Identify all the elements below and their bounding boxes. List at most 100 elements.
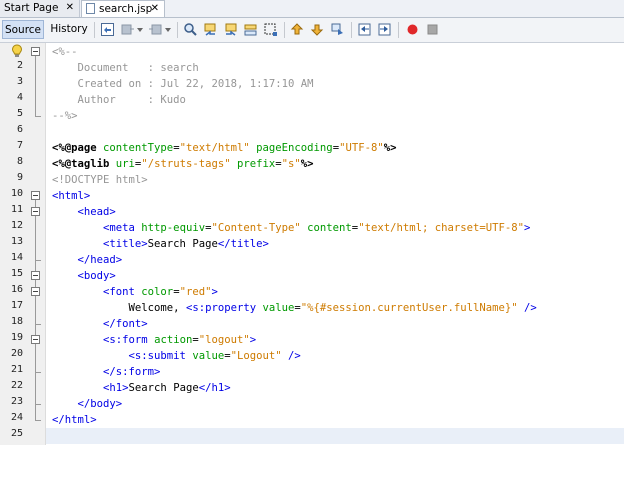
line-number: 21 [10,364,23,375]
code-line: <font color="red"> [52,284,218,300]
line-number: 25 [10,428,23,439]
comment-text: <%-- [52,46,78,58]
line-number: 4 [16,92,23,103]
lightbulb-hint-icon[interactable] [11,44,23,58]
attr-token: color [141,286,174,298]
code-line: </html> [52,412,97,428]
shift-right-icon[interactable] [377,22,392,37]
tag-token: <s:submit [52,350,193,362]
code-line: <s:form action="logout"> [52,332,256,348]
line-number: 16 [10,284,23,295]
line-number: 9 [16,172,23,183]
value-token: "/struts-tags" [141,158,231,170]
tag-token: <s:form [52,334,155,346]
tag-token: /> [281,350,301,362]
toolbar-separator [177,22,178,38]
tab-label: Start Page [4,2,59,14]
fold-end [35,324,41,325]
tab-label: search.jsp [99,3,153,15]
previous-bookmark-icon[interactable] [290,22,305,37]
stop-macro-icon[interactable] [425,22,440,37]
comment-text: --%> [52,110,78,122]
fold-toggle[interactable] [31,191,40,200]
tag-token: <s:property [185,302,263,314]
fold-toggle[interactable] [31,335,40,344]
fold-toggle[interactable] [31,271,40,280]
code-editor[interactable]: <%-- Document : search Created on : Jul … [52,43,624,499]
tag-token: <h1> [52,382,129,394]
code-line: <body> [52,268,116,284]
close-icon[interactable]: ✕ [151,1,159,17]
line-number: 2 [16,60,23,71]
code-line: <h1>Search Page</h1> [52,380,231,396]
line-number: 23 [10,396,23,407]
code-line: --%> [52,108,78,124]
chevron-down-icon[interactable] [136,22,144,37]
value-token: "UTF-8" [339,142,384,154]
tab-search-jsp[interactable]: search.jsp ✕ [81,0,165,17]
attr-token: action [154,334,193,346]
code-line: Author : Kudo [52,92,186,108]
attr-token: value [262,302,295,314]
line-number: 18 [10,316,23,327]
tab-start-page[interactable]: Start Page ✕ [0,0,80,17]
tag-token: > [249,334,257,346]
code-line: <html> [52,188,90,204]
tag-token: > [211,286,218,298]
value-token: "red" [179,286,212,298]
next-bookmark-icon[interactable] [310,22,325,37]
start-macro-icon[interactable] [405,22,420,37]
toggle-highlight-icon[interactable] [243,22,258,37]
fold-end [35,116,41,117]
back-icon[interactable] [120,22,135,37]
comment-text: Document : search [52,62,199,74]
source-view-button[interactable]: Source [2,20,44,39]
text-token: Search Page [147,238,218,250]
fold-toggle[interactable] [31,287,40,296]
directive-token: %> [383,142,397,154]
line-number: 19 [10,332,23,343]
tag-token: <meta [52,222,142,234]
fold-guide [35,200,36,420]
tag-token: > [524,222,531,234]
line-number: 20 [10,348,23,359]
toggle-rect-selection-icon[interactable] [263,22,278,37]
line-number: 8 [16,156,23,167]
close-icon[interactable]: ✕ [66,0,74,16]
attr-token: prefix [230,158,276,170]
find-icon[interactable] [183,22,198,37]
toggle-bookmark-icon[interactable] [330,22,345,37]
code-line: </head> [52,252,123,268]
last-edit-icon[interactable] [100,22,115,37]
code-line: Created on : Jul 22, 2018, 1:17:10 AM [52,76,314,92]
find-previous-icon[interactable] [203,22,218,37]
code-line: Welcome, <s:property value="%{#session.c… [52,300,537,316]
shift-left-icon[interactable] [357,22,372,37]
tag-token: </html> [52,414,97,426]
tag-token: </h1> [198,382,231,394]
tag-token: <head> [52,206,116,218]
code-line: </s:form> [52,364,160,380]
attr-token: http-equiv [141,222,206,234]
chevron-down-icon[interactable] [164,22,172,37]
directive-token: <%@taglib [52,158,116,170]
fold-end [35,404,41,405]
value-token: "s" [281,158,301,170]
fold-toggle[interactable] [31,207,40,216]
fold-toggle[interactable] [31,47,40,56]
line-number: 12 [10,220,23,231]
line-number: 13 [10,236,23,247]
toolbar-separator [351,22,352,38]
forward-icon[interactable] [148,22,163,37]
value-token: "logout" [198,334,250,346]
attr-token: pageEncoding [249,142,333,154]
value-token: "Logout" [230,350,282,362]
history-view-button[interactable]: History [47,20,91,39]
fold-end [35,260,41,261]
value-token: "text/html; charset=UTF-8" [358,222,525,234]
find-next-icon[interactable] [223,22,238,37]
line-number: 15 [10,268,23,279]
code-line: <!DOCTYPE html> [52,172,148,188]
value-token: "text/html" [179,142,250,154]
attr-token: uri [115,158,135,170]
